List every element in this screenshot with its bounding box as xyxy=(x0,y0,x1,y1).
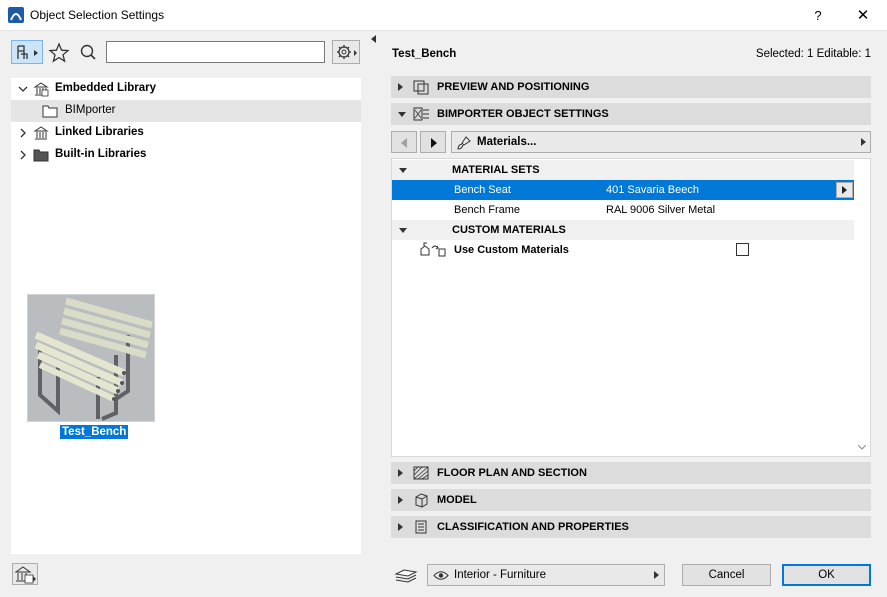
arrow-right-icon xyxy=(842,186,847,194)
expand-arrow-icon xyxy=(398,83,403,91)
expand-arrow-icon xyxy=(398,523,403,531)
section-label: PREVIEW AND POSITIONING xyxy=(437,81,590,93)
ok-button[interactable]: OK xyxy=(782,564,871,586)
collapse-arrow-icon xyxy=(399,228,407,233)
preview-positioning-icon xyxy=(413,80,429,95)
model-cube-icon xyxy=(415,493,428,508)
property-value[interactable]: RAL 9006 Silver Metal xyxy=(606,204,715,216)
library-icon xyxy=(33,82,49,97)
material-picker-button[interactable] xyxy=(836,182,853,198)
archicad-app-icon xyxy=(8,7,24,23)
view-option-label: Interior - Furniture xyxy=(454,569,547,581)
selection-info: Selected: 1 Editable: 1 xyxy=(755,48,871,60)
property-grid-scrollbar[interactable] xyxy=(854,159,870,456)
property-row-use-custom-materials[interactable]: Use Custom Materials xyxy=(392,240,855,260)
search-input[interactable] xyxy=(106,41,325,63)
library-manager-icon xyxy=(14,566,36,584)
tree-item-linked-libraries[interactable]: Linked Libraries xyxy=(11,122,361,144)
tree-item-built-in-libraries[interactable]: Built-in Libraries xyxy=(11,144,361,166)
section-bimporter-settings[interactable]: BIMPORTER OBJECT SETTINGS xyxy=(391,103,871,125)
property-row-bench-seat[interactable]: Bench Seat 401 Savaria Beech xyxy=(392,180,855,200)
page-navigation: Materials... xyxy=(391,131,871,153)
section-label: BIMPORTER OBJECT SETTINGS xyxy=(437,108,609,120)
settings-panel: Test_Bench Selected: 1 Editable: 1 PREVI… xyxy=(378,31,887,597)
thumbnail-label: Test_Bench xyxy=(60,425,129,439)
object-settings-icon xyxy=(413,107,429,121)
expand-arrow-icon xyxy=(398,496,403,504)
object-type-filter-button[interactable] xyxy=(11,40,43,64)
arrow-right-icon xyxy=(431,138,437,148)
object-name: Test_Bench xyxy=(392,48,457,60)
view-option-dropdown[interactable]: Interior - Furniture xyxy=(427,564,665,586)
property-row-bench-frame[interactable]: Bench Frame RAL 9006 Silver Metal xyxy=(392,200,855,220)
arrow-left-icon xyxy=(401,138,407,148)
collapse-left-arrow-icon[interactable] xyxy=(371,35,376,43)
object-thumbnail[interactable] xyxy=(27,294,155,422)
star-icon xyxy=(48,42,70,63)
folder-icon xyxy=(42,105,58,118)
library-manager-button[interactable] xyxy=(12,563,38,585)
group-label: CUSTOM MATERIALS xyxy=(452,224,566,236)
floor-plan-icon xyxy=(413,466,429,480)
previous-page-button[interactable] xyxy=(391,131,417,153)
property-name: Bench Frame xyxy=(454,204,521,216)
library-icon xyxy=(33,126,49,140)
section-label: MODEL xyxy=(437,494,477,506)
property-grid: MATERIAL SETS Bench Seat 401 Savaria Bee… xyxy=(391,158,871,457)
object-preview-area: Test_Bench xyxy=(11,291,361,554)
group-custom-materials[interactable]: CUSTOM MATERIALS xyxy=(392,220,855,240)
link-parameter-icon xyxy=(420,242,446,257)
object-filter-icon xyxy=(17,45,38,59)
section-label: FLOOR PLAN AND SECTION xyxy=(437,467,587,479)
gear-icon xyxy=(337,45,357,59)
search-button[interactable] xyxy=(75,40,99,64)
scroll-down-icon[interactable] xyxy=(858,445,866,450)
help-button[interactable]: ? xyxy=(800,0,836,31)
tree-item-bimporter[interactable]: BIMporter xyxy=(11,100,361,122)
section-model[interactable]: MODEL xyxy=(391,489,871,511)
window-title: Object Selection Settings xyxy=(30,8,165,22)
panel-splitter[interactable] xyxy=(370,31,378,597)
group-label: MATERIAL SETS xyxy=(452,164,540,176)
bench-preview-image xyxy=(28,295,154,421)
tree-item-embedded-library[interactable]: Embedded Library xyxy=(11,78,361,100)
layers-icon xyxy=(394,569,418,583)
search-icon xyxy=(80,44,96,60)
dropdown-arrow-icon xyxy=(654,571,659,579)
tree-item-label: BIMporter xyxy=(65,104,116,116)
use-custom-materials-checkbox[interactable] xyxy=(736,243,749,256)
chevron-right-icon[interactable] xyxy=(17,149,29,161)
collapse-arrow-icon xyxy=(398,112,406,117)
expand-arrow-icon xyxy=(398,469,403,477)
tree-item-label: Linked Libraries xyxy=(55,126,144,138)
paint-brush-icon xyxy=(457,136,471,150)
next-page-button[interactable] xyxy=(420,131,446,153)
library-settings-button[interactable] xyxy=(332,40,360,64)
property-name: Bench Seat xyxy=(454,184,511,196)
dropdown-arrow-icon xyxy=(861,138,866,146)
chevron-right-icon[interactable] xyxy=(17,127,29,139)
chevron-down-icon[interactable] xyxy=(17,83,29,95)
classification-list-icon xyxy=(415,520,427,534)
section-floor-plan-section[interactable]: FLOOR PLAN AND SECTION xyxy=(391,462,871,484)
tree-item-label: Built-in Libraries xyxy=(55,148,147,160)
favorites-button[interactable] xyxy=(46,40,70,64)
title-bar: Object Selection Settings ? ✕ xyxy=(0,0,887,31)
current-page-label: Materials... xyxy=(477,136,537,148)
group-material-sets[interactable]: MATERIAL SETS xyxy=(392,160,855,180)
collapse-arrow-icon xyxy=(399,168,407,173)
section-preview-positioning[interactable]: PREVIEW AND POSITIONING xyxy=(391,76,871,98)
page-select-dropdown[interactable]: Materials... xyxy=(451,131,871,153)
property-value[interactable]: 401 Savaria Beech xyxy=(606,184,699,196)
library-panel: Embedded Library BIMporter Linked Librar… xyxy=(0,31,370,597)
cancel-button[interactable]: Cancel xyxy=(682,564,771,586)
tree-item-label: Embedded Library xyxy=(55,82,156,94)
close-button[interactable]: ✕ xyxy=(845,0,881,31)
section-classification[interactable]: CLASSIFICATION AND PROPERTIES xyxy=(391,516,871,538)
eye-icon xyxy=(433,571,449,580)
folder-filled-icon xyxy=(33,149,49,162)
section-label: CLASSIFICATION AND PROPERTIES xyxy=(437,521,629,533)
library-tree: Embedded Library BIMporter Linked Librar… xyxy=(11,78,361,307)
property-name: Use Custom Materials xyxy=(454,244,569,256)
